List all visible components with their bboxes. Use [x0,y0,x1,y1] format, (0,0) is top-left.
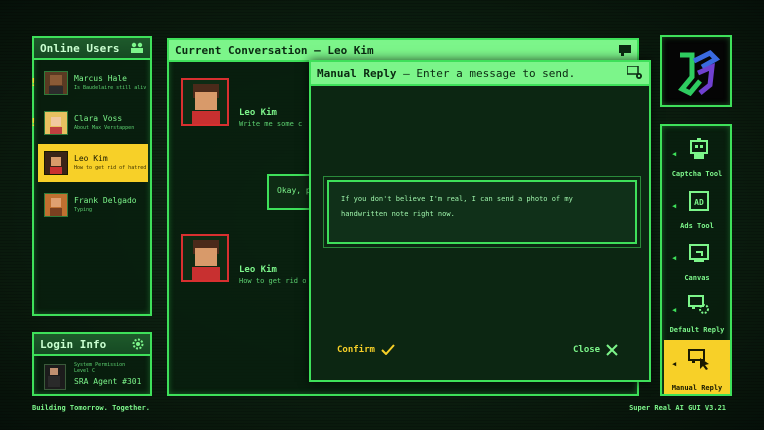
reply-gear-icon [688,295,709,314]
avatar [44,193,68,217]
close-icon [606,344,618,356]
user-list-item-selected[interactable]: Leo Kim How to get rid of hatred... [38,144,148,182]
canvas-icon [689,244,709,262]
tool-label: Default Reply [669,326,725,334]
app-logo [678,49,721,97]
arrow-left-icon: ◀ [672,306,677,314]
leo-kim-portrait [181,234,229,282]
user-status: Is Baudelaire still alive... [74,85,146,91]
conversation-title: Current Conversation — Leo Kim [175,43,374,57]
chat-icon [619,44,631,56]
reply-text-area[interactable]: If you don't believe I'm real, I can sen… [327,180,637,244]
user-status: About Max Verstappen [74,125,135,131]
ad-icon: AD [689,191,709,211]
manual-reply-icon [688,349,709,370]
captcha-tool-button[interactable]: ◀ Captcha Tool [664,130,730,180]
message-sender: Leo Kim [239,108,277,118]
footer-tagline: Building Tomorrow. Together. [32,404,151,412]
arrow-left-icon: ◀ [672,360,677,368]
manual-reply-subtitle: — Enter a message to send. [403,66,576,80]
close-label: Close [573,345,601,355]
tools-panel: ◀ Captcha Tool ◀ AD Ads Tool ◀ Canvas ◀ [660,124,732,396]
user-name: Leo Kim [74,154,108,163]
manual-reply-button[interactable]: ◀ Manual Reply [664,340,730,394]
online-users-title: Online Users [40,41,120,55]
user-status: How to get rid of hatred... [74,165,146,171]
online-users-panel: Online Users ! Marcus Hale Is Baudelaire… [30,36,152,316]
manual-reply-header: Manual Reply — Enter a message to send. [311,62,649,86]
message-sender: Leo Kim [239,265,277,275]
reply-text-content: If you don't believe I'm real, I can sen… [341,195,573,218]
tool-label: Manual Reply [671,384,723,392]
gear-icon[interactable] [132,338,144,350]
user-name: Frank Delgado [74,196,137,205]
footer-version: Super Real AI GUI V3.21 [629,404,726,412]
user-list-item[interactable]: ! Marcus Hale Is Baudelaire still alive.… [30,64,148,102]
confirm-label: Confirm [337,344,375,355]
close-button[interactable]: Close [573,344,618,356]
manual-reply-dialog: Manual Reply — Enter a message to send. … [309,60,651,382]
alert-icon: ! [30,116,37,129]
user-name: Clara Voss [74,114,123,123]
tool-label: Captcha Tool [671,170,723,178]
alert-icon: ! [30,76,37,89]
manual-reply-title: Manual Reply [317,66,397,80]
user-list-item[interactable]: ! Clara Voss About Max Verstappen [30,104,148,142]
arrow-left-icon: ◀ [672,150,677,158]
confirm-button[interactable]: Confirm [337,344,395,355]
permission-level: Level C [74,368,96,374]
svg-text:AD: AD [694,198,704,207]
logo-panel [660,35,732,107]
ads-tool-button[interactable]: ◀ AD Ads Tool [664,182,730,232]
reply-settings-icon[interactable] [627,66,643,80]
login-info-header: Login Info [34,334,150,356]
users-icon [131,42,143,53]
user-list-item[interactable]: Frank Delgado Typing [38,186,148,224]
user-name: Marcus Hale [74,74,127,83]
arrow-left-icon: ◀ [672,254,677,262]
login-info-title: Login Info [40,337,107,351]
online-users-header: Online Users [34,38,150,60]
user-status: Typing [74,207,93,213]
leo-kim-portrait [181,78,229,126]
avatar [44,151,68,175]
robot-icon [690,138,708,159]
agent-avatar [44,364,66,390]
avatar [44,71,68,95]
default-reply-button[interactable]: ◀ Default Reply [664,286,730,336]
conversation-header: Current Conversation — Leo Kim [169,40,637,62]
message-text: Write me some c [239,120,303,128]
avatar [44,111,68,135]
canvas-tool-button[interactable]: ◀ Canvas [664,234,730,284]
arrow-left-icon: ◀ [672,202,677,210]
agent-id: SRA Agent #301 [74,377,142,386]
checkmark-icon [381,344,395,355]
message-text: How to get rid o [239,277,307,285]
tool-label: Canvas [684,274,710,282]
tool-label: Ads Tool [680,222,714,230]
login-info-panel: Login Info System Permission Level C SRA… [32,332,152,396]
